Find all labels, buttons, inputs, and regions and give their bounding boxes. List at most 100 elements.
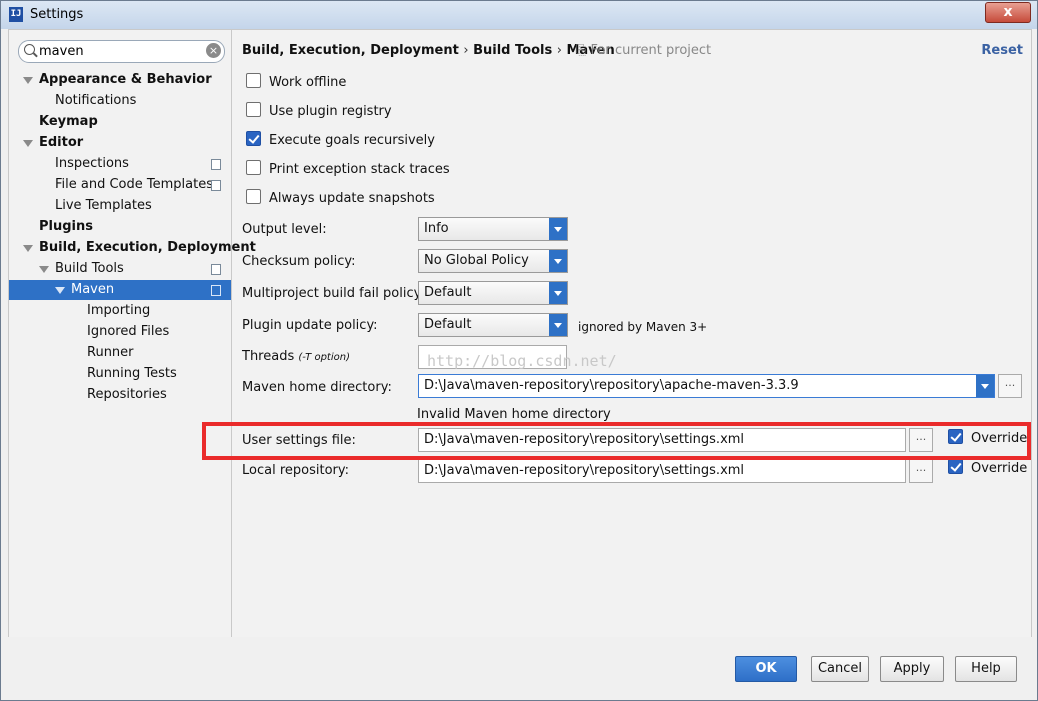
expand-arrow-icon[interactable]	[23, 140, 33, 147]
checksum-policy-label: Checksum policy:	[242, 254, 356, 269]
expand-arrow-icon[interactable]	[23, 245, 33, 252]
tree-item-keymap[interactable]: Keymap	[9, 112, 231, 132]
local-repository-override-checkbox[interactable]	[948, 459, 963, 474]
tree-item-repositories[interactable]: Repositories	[9, 385, 231, 405]
search-field[interactable]: maven ×	[18, 40, 225, 63]
tree-item-label: Plugins	[39, 219, 93, 234]
help-button[interactable]: Help	[955, 656, 1017, 682]
option-label: Work offline	[269, 75, 347, 90]
settings-window: IJ Settings x maven × Appearance & Behav…	[0, 0, 1038, 701]
output-level-label: Output level:	[242, 222, 327, 237]
tree-item-label: Maven	[71, 282, 115, 297]
dropdown-value: Default	[424, 317, 472, 332]
project-scope-icon	[211, 283, 222, 296]
chevron-down-icon[interactable]	[549, 282, 567, 304]
window-title: Settings	[30, 7, 84, 22]
intellij-logo-icon: IJ	[9, 7, 23, 22]
tree-item-label: Build Tools	[55, 261, 124, 276]
execute-goals-recursively-option[interactable]: Execute goals recursively	[246, 131, 435, 151]
chevron-down-icon[interactable]	[549, 218, 567, 240]
option-label: Print exception stack traces	[269, 162, 450, 177]
tree-item-build-tools[interactable]: Build Tools	[9, 259, 231, 279]
breadcrumb-item: Build, Execution, Deployment	[242, 43, 459, 58]
search-input[interactable]: maven	[39, 44, 84, 59]
tree-item-label: Running Tests	[87, 366, 177, 381]
tree-item-appearance-behavior[interactable]: Appearance & Behavior	[9, 70, 231, 90]
checksum-policy-dropdown[interactable]: No Global Policy	[418, 249, 568, 273]
local-repository-input[interactable]: D:\Java\maven-repository\repository\sett…	[418, 459, 906, 483]
tree-item-label: Importing	[87, 303, 151, 318]
chevron-down-icon[interactable]	[549, 314, 567, 336]
local-repository-browse-button[interactable]: ...	[909, 459, 933, 483]
cancel-button[interactable]: Cancel	[811, 656, 869, 682]
dialog-footer: OK Cancel Apply Help	[1, 637, 1037, 700]
tree-item-running-tests[interactable]: Running Tests	[9, 364, 231, 384]
option-label: Execute goals recursively	[269, 133, 435, 148]
chevron-down-icon[interactable]	[549, 250, 567, 272]
always-update-snapshots-checkbox[interactable]	[246, 189, 261, 204]
clear-icon[interactable]: ×	[206, 43, 221, 58]
update-policy-dropdown[interactable]: Default	[418, 313, 568, 337]
expand-arrow-icon[interactable]	[23, 77, 33, 84]
scope-label: ⎘ For current project	[576, 43, 711, 58]
tree-item-file-code-templates[interactable]: File and Code Templates	[9, 175, 231, 195]
tree-item-label: Ignored Files	[87, 324, 170, 339]
dropdown-value: Info	[424, 221, 449, 236]
tree-item-runner[interactable]: Runner	[9, 343, 231, 363]
work-offline-checkbox[interactable]	[246, 73, 261, 88]
option-label: Always update snapshots	[269, 191, 435, 206]
execute-goals-recursively-checkbox[interactable]	[246, 131, 261, 146]
fail-policy-dropdown[interactable]: Default	[418, 281, 568, 305]
tree-item-maven[interactable]: Maven	[9, 280, 231, 300]
work-offline-option[interactable]: Work offline	[246, 73, 346, 93]
tree-item-label: Editor	[39, 135, 84, 150]
use-plugin-registry-option[interactable]: Use plugin registry	[246, 102, 392, 122]
input-value: D:\Java\maven-repository\repository\sett…	[424, 463, 745, 478]
use-plugin-registry-checkbox[interactable]	[246, 102, 261, 117]
maven-home-browse-button[interactable]: ...	[998, 374, 1022, 398]
update-policy-hint: ignored by Maven 3+	[578, 320, 708, 334]
dropdown-value: Default	[424, 285, 472, 300]
project-scope-icon	[211, 262, 222, 275]
output-level-dropdown[interactable]: Info	[418, 217, 568, 241]
reset-link[interactable]: Reset	[981, 43, 1023, 58]
breadcrumb-separator: ›	[556, 43, 562, 58]
tree-item-plugins[interactable]: Plugins	[9, 217, 231, 237]
local-repository-override-option[interactable]: Override	[948, 459, 1027, 479]
tree-item-ignored-files[interactable]: Ignored Files	[9, 322, 231, 342]
title-bar: IJ Settings x	[1, 1, 1037, 29]
project-scope-icon	[211, 178, 222, 191]
watermark: http://blog.csdn.net/	[427, 352, 617, 370]
tree-item-label: Live Templates	[55, 198, 152, 213]
always-update-snapshots-option[interactable]: Always update snapshots	[246, 189, 435, 209]
breadcrumb: Build, Execution, Deployment › Build Too…	[242, 43, 615, 58]
maven-home-label: Maven home directory:	[242, 380, 392, 395]
threads-note: (-T option)	[298, 352, 350, 363]
scope-text: For current project	[590, 43, 712, 58]
tree-item-inspections[interactable]: Inspections	[9, 154, 231, 174]
override-label: Override	[971, 461, 1028, 476]
search-icon	[24, 44, 35, 55]
project-scope-icon	[211, 157, 222, 170]
expand-arrow-icon[interactable]	[39, 266, 49, 273]
chevron-down-icon[interactable]	[976, 375, 994, 397]
tree-item-label: Runner	[87, 345, 134, 360]
tree-item-importing[interactable]: Importing	[9, 301, 231, 321]
tree-item-label: Inspections	[55, 156, 129, 171]
apply-button[interactable]: Apply	[880, 656, 944, 682]
print-exception-stack-traces-checkbox[interactable]	[246, 160, 261, 175]
option-label: Use plugin registry	[269, 104, 392, 119]
maven-home-input[interactable]: D:\Java\maven-repository\repository\apac…	[418, 374, 995, 398]
tree-item-notifications[interactable]: Notifications	[9, 91, 231, 111]
close-button[interactable]: x	[985, 2, 1031, 23]
tree-item-label: Build, Execution, Deployment	[39, 240, 256, 255]
tree-item-editor[interactable]: Editor	[9, 133, 231, 153]
tree-item-live-templates[interactable]: Live Templates	[9, 196, 231, 216]
highlight-box	[202, 422, 1031, 460]
dropdown-value: No Global Policy	[424, 253, 529, 268]
print-exception-stack-traces-option[interactable]: Print exception stack traces	[246, 160, 450, 180]
tree-item-build-execution-deployment[interactable]: Build, Execution, Deployment	[9, 238, 256, 258]
expand-arrow-icon[interactable]	[55, 287, 65, 294]
input-value: D:\Java\maven-repository\repository\apac…	[424, 378, 799, 393]
ok-button[interactable]: OK	[735, 656, 797, 682]
